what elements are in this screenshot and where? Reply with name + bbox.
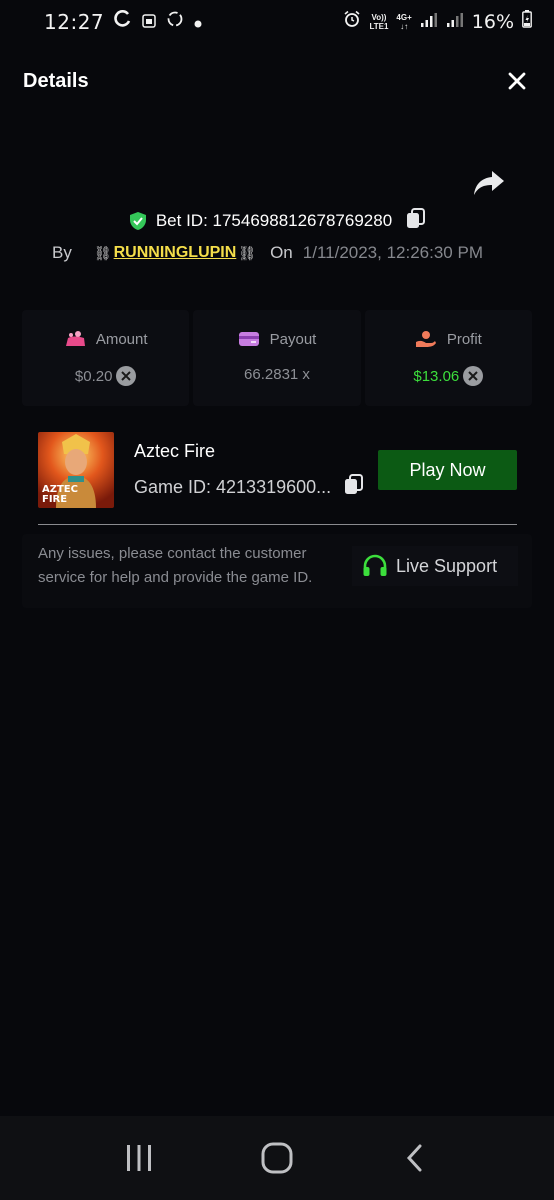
bet-id-row: Bet ID: 1754698812678769280 xyxy=(0,206,554,236)
shield-check-icon xyxy=(129,212,146,230)
game-id-row: Game ID: 4213319600... xyxy=(134,474,364,501)
username-link[interactable]: ⛓ RUNNINGLUPIN ⛓ xyxy=(94,244,256,262)
recent-apps-icon xyxy=(127,1145,151,1171)
home-icon xyxy=(261,1142,293,1174)
bet-stats: Amount $0.20 Payout 66.2831 x Profit $13… xyxy=(22,310,532,406)
username: RUNNINGLUPIN xyxy=(113,244,237,261)
recycle-icon xyxy=(166,10,184,34)
game-name: Aztec Fire xyxy=(134,441,216,461)
currency-icon xyxy=(463,366,484,386)
copy-game-id-button[interactable] xyxy=(344,474,364,501)
status-time: 12:27 xyxy=(44,10,105,34)
volte-indicator: Vo)) LTE1 xyxy=(369,13,389,31)
signal-icon-2 xyxy=(446,11,464,34)
profit-label: Profit xyxy=(446,330,482,348)
dot-icon xyxy=(194,11,202,34)
amount-icon xyxy=(65,331,85,346)
signal-icon xyxy=(420,11,438,34)
by-label: By xyxy=(52,243,72,262)
payout-label: Payout xyxy=(269,330,317,348)
chain-icon-2: ⛓ xyxy=(238,244,257,261)
alarm-icon xyxy=(343,10,361,34)
close-button[interactable] xyxy=(502,66,532,96)
profit-value: $13.06 xyxy=(413,367,460,385)
payout-value: 66.2831 x xyxy=(244,366,310,383)
copy-icon xyxy=(345,474,363,494)
payout-stat: Payout 66.2831 x xyxy=(193,310,361,406)
live-support-label: Live Support xyxy=(396,555,498,576)
profit-icon xyxy=(415,331,436,347)
amount-label: Amount xyxy=(95,330,148,348)
copy-icon xyxy=(407,207,426,228)
headset-icon xyxy=(363,554,387,576)
divider xyxy=(38,524,517,525)
copy-bet-id-button[interactable] xyxy=(406,207,426,235)
game-thumbnail[interactable]: AZTEC FIRE xyxy=(38,432,114,508)
card-icon xyxy=(238,332,259,346)
system-nav-bar xyxy=(0,1116,554,1200)
recent-apps-button[interactable] xyxy=(114,1133,164,1183)
back-button[interactable] xyxy=(390,1133,440,1183)
currency-icon xyxy=(116,366,137,386)
share-icon xyxy=(474,171,504,195)
home-button[interactable] xyxy=(252,1133,302,1183)
help-text: Any issues, please contact the customer … xyxy=(38,545,313,586)
chain-icon: ⛓ xyxy=(93,244,112,261)
notification-icon xyxy=(142,11,156,34)
data-type-indicator: 4G+ ↓↑ xyxy=(396,13,412,31)
battery-icon xyxy=(522,10,532,34)
page-title: Details xyxy=(23,69,89,92)
amount-value: $0.20 xyxy=(74,367,113,385)
back-icon xyxy=(406,1144,422,1172)
status-bar: 12:27 Vo)) LTE1 4G+ ↓↑ 16% xyxy=(0,0,554,44)
bet-owner-row: By ⛓ RUNNINGLUPIN ⛓ On 1/11/2023, 12:26:… xyxy=(52,238,483,268)
profit-stat: Profit $13.06 xyxy=(364,310,532,406)
thumb-title-2: FIRE xyxy=(42,494,67,505)
live-support-button[interactable]: Live Support xyxy=(352,546,518,586)
share-button[interactable] xyxy=(472,168,506,198)
close-icon xyxy=(508,72,526,90)
play-now-button[interactable]: Play Now xyxy=(378,450,517,490)
amount-stat: Amount $0.20 xyxy=(22,310,190,406)
header: Details xyxy=(0,56,554,106)
bet-id-text: Bet ID: 1754698812678769280 xyxy=(155,211,393,230)
bet-timestamp: 1/11/2023, 12:26:30 PM xyxy=(302,243,483,262)
on-label: On xyxy=(270,243,293,262)
game-id-text: Game ID: 4213319600... xyxy=(134,477,332,497)
sync-icon xyxy=(114,10,132,34)
battery-percent: 16% xyxy=(471,11,514,33)
